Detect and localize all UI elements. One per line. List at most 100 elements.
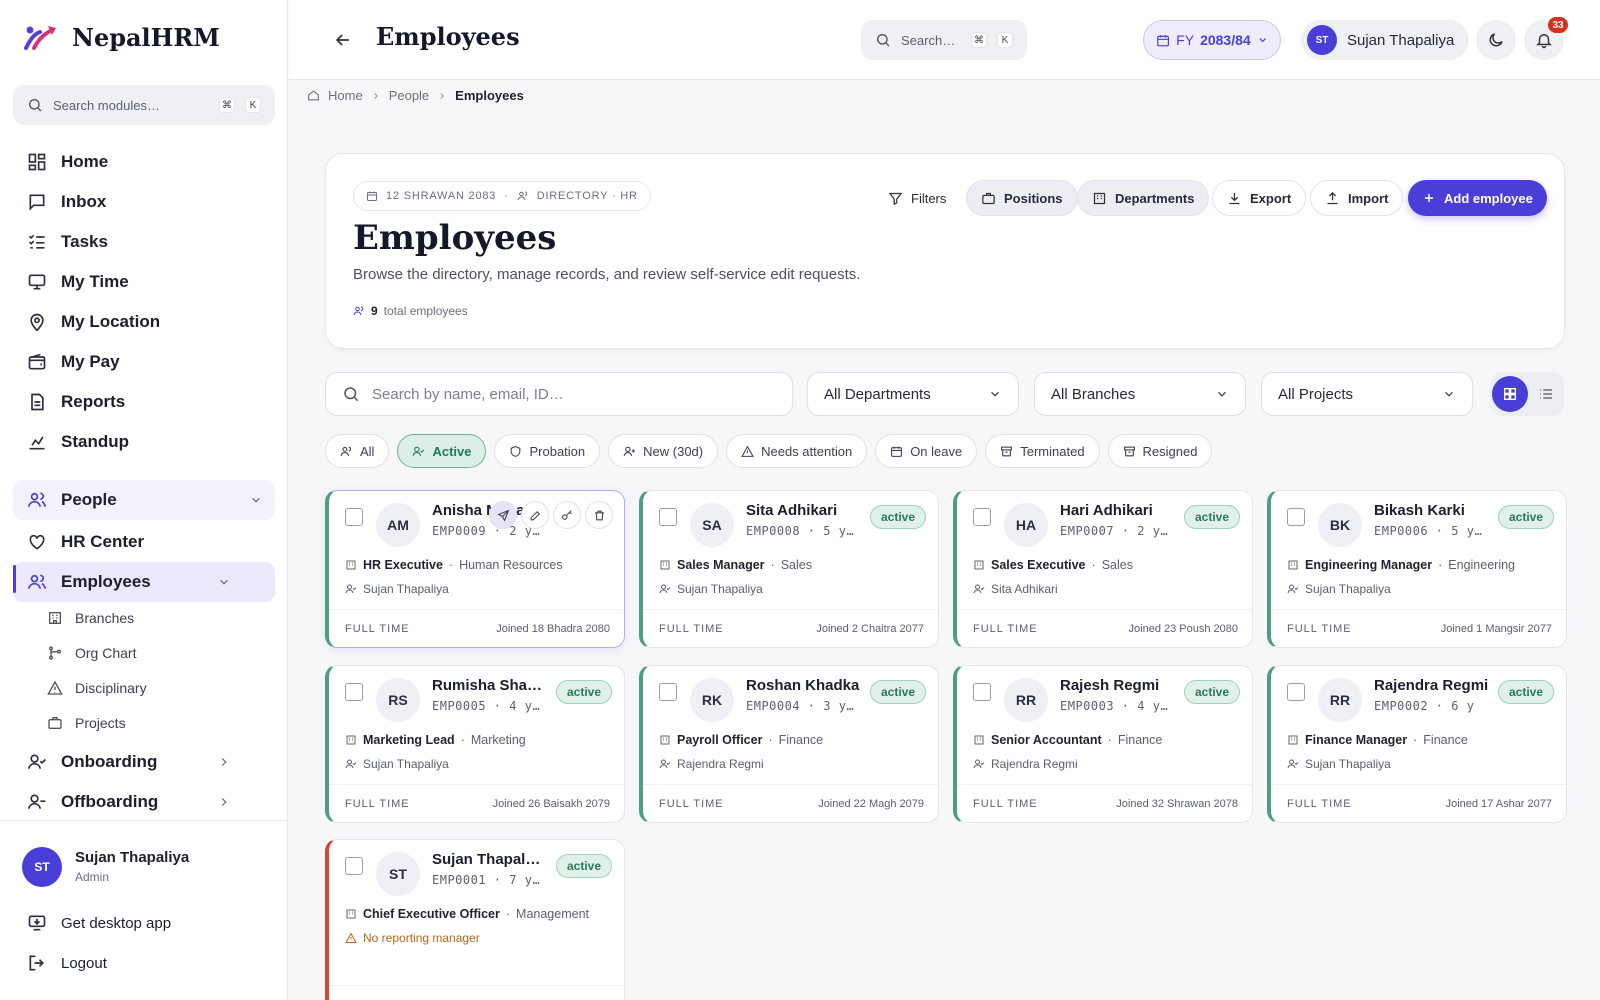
sidebar-item-offboarding[interactable]: Offboarding — [13, 782, 275, 822]
sidebar-item-standup[interactable]: Standup — [13, 422, 275, 462]
sidebar-item-label: Inbox — [61, 192, 107, 211]
employee-name[interactable]: Hari Adhikari — [1060, 502, 1180, 519]
chevron-down-icon — [1218, 391, 1226, 397]
export-button[interactable]: Export — [1212, 180, 1307, 216]
get-desktop-app-link[interactable]: Get desktop app — [13, 903, 275, 943]
select-checkbox[interactable] — [345, 508, 363, 526]
chip-all[interactable]: All — [325, 434, 390, 468]
sidebar-item-tasks[interactable]: Tasks — [13, 222, 275, 262]
grid-view-button[interactable] — [1492, 376, 1528, 412]
brand[interactable]: NepalHRM — [22, 22, 220, 52]
import-button[interactable]: Import — [1310, 180, 1404, 216]
global-search[interactable]: Search… ⌘ K — [861, 20, 1027, 60]
edit-action-button[interactable] — [521, 501, 549, 529]
employee-card[interactable]: RR Rajesh Regmi EMP0003 · 4 y… active Se… — [953, 665, 1253, 823]
select-checkbox[interactable] — [973, 683, 991, 701]
user-icon — [659, 584, 671, 594]
tasks-icon — [28, 234, 45, 249]
module-search-input[interactable]: Search modules… ⌘ K — [13, 85, 275, 125]
notifications-button[interactable]: 33 — [1524, 17, 1568, 60]
select-checkbox[interactable] — [345, 857, 363, 875]
avatar: RK — [690, 678, 734, 722]
key-action-button[interactable] — [553, 501, 581, 529]
logout-button[interactable]: Logout — [13, 943, 275, 983]
employee-name[interactable]: Sujan Thapal… — [432, 851, 552, 868]
sidebar-item-employees[interactable]: Employees — [13, 562, 275, 602]
breadcrumb-home[interactable]: Home — [328, 88, 363, 103]
project-select[interactable]: All Projects — [1261, 372, 1473, 416]
sidebar-item-my-time[interactable]: My Time — [13, 262, 275, 302]
chevron-right-icon — [221, 758, 227, 766]
sidebar-item-home[interactable]: Home — [13, 142, 275, 182]
list-view-button[interactable] — [1530, 376, 1562, 412]
trash-action-button[interactable] — [585, 501, 613, 529]
sidebar-item-inbox[interactable]: Inbox — [13, 182, 275, 222]
card-footer: FULL TIME Joined 1 Mangsir 2077 — [1271, 609, 1566, 647]
select-checkbox[interactable] — [1287, 508, 1305, 526]
department-select[interactable]: All Departments — [807, 372, 1019, 416]
employee-name[interactable]: Roshan Khadka — [746, 677, 866, 694]
calendar-icon — [1157, 34, 1169, 46]
add-employee-button[interactable]: Add employee — [1408, 180, 1547, 216]
reporting-manager: Sujan Thapaliya — [345, 757, 449, 771]
sidebar-item-reports[interactable]: Reports — [13, 382, 275, 422]
theme-toggle-button[interactable] — [1476, 20, 1516, 60]
departments-button[interactable]: Departments — [1077, 180, 1210, 216]
sidebar-subitem-disciplinary[interactable]: Disciplinary — [47, 673, 147, 703]
select-checkbox[interactable] — [659, 508, 677, 526]
employee-card[interactable]: RS Rumisha Sha… EMP0005 · 4 y… active Ma… — [325, 665, 625, 823]
breadcrumb-people[interactable]: People — [389, 88, 429, 103]
chip-on-leave[interactable]: On leave — [875, 434, 978, 468]
calendar-icon — [367, 191, 377, 201]
avatar[interactable]: ST — [22, 847, 62, 887]
select-checkbox[interactable] — [1287, 683, 1305, 701]
export-label: Export — [1250, 190, 1292, 206]
fiscal-year-selector[interactable]: FY 2083/84 — [1143, 20, 1281, 60]
sidebar-item-my-pay[interactable]: My Pay — [13, 342, 275, 382]
employee-card[interactable]: SA Sita Adhikari EMP0008 · 5 y… active S… — [639, 490, 939, 648]
download-icon — [1229, 192, 1240, 204]
sidebar-item-onboarding[interactable]: Onboarding — [13, 742, 275, 782]
employee-search-input[interactable]: Search by name, email, ID… — [325, 372, 793, 416]
chip-terminated[interactable]: Terminated — [985, 434, 1100, 468]
employee-name[interactable]: Rumisha Sha… — [432, 677, 552, 694]
reporting-manager: Sujan Thapaliya — [345, 582, 449, 596]
card-footer: FULL TIME Joined 32 Shrawan 2078 — [957, 784, 1252, 822]
reporting-manager: No reporting manager — [345, 931, 480, 945]
user-menu[interactable]: ST Sujan Thapaliya — [1301, 20, 1469, 60]
back-arrow-icon[interactable] — [333, 30, 353, 50]
employee-card[interactable]: ST Sujan Thapal… EMP0001 · 7 y… active C… — [325, 839, 625, 1000]
employee-name[interactable]: Bikash Karki — [1374, 502, 1494, 519]
sidebar-subitem-org-chart[interactable]: Org Chart — [47, 638, 136, 668]
employee-card[interactable]: HA Hari Adhikari EMP0007 · 2 y… active S… — [953, 490, 1253, 648]
select-checkbox[interactable] — [659, 683, 677, 701]
employee-card[interactable]: RR Rajendra Regmi EMP0002 · 6 y active F… — [1267, 665, 1567, 823]
select-checkbox[interactable] — [973, 508, 991, 526]
chip-new[interactable]: New (30d) — [608, 434, 719, 468]
joined-date: Joined 18 Bhadra 2080 — [496, 622, 610, 635]
sidebar-item-hr-center[interactable]: HR Center — [13, 522, 275, 562]
positions-button[interactable]: Positions — [966, 180, 1078, 216]
employee-name[interactable]: Sita Adhikari — [746, 502, 866, 519]
employee-card[interactable]: RK Roshan Khadka EMP0004 · 3 y… active P… — [639, 665, 939, 823]
logout-label: Logout — [61, 954, 107, 972]
chip-resigned[interactable]: Resigned — [1107, 434, 1213, 468]
sidebar-subitem-branches[interactable]: Branches — [47, 603, 134, 633]
chip-needs-attention[interactable]: Needs attention — [726, 434, 868, 468]
sidebar-item-my-location[interactable]: My Location — [13, 302, 275, 342]
employee-name[interactable]: Rajendra Regmi — [1374, 677, 1494, 694]
branch-select[interactable]: All Branches — [1034, 372, 1246, 416]
filters-button[interactable]: Filters — [874, 180, 960, 216]
chip-active[interactable]: Active — [397, 434, 487, 468]
employee-card[interactable]: BK Bikash Karki EMP0006 · 5 y… active En… — [1267, 490, 1567, 648]
employee-card[interactable]: AM Anisha Maharjan EMP0009 · 2 y… active… — [325, 490, 625, 648]
sidebar-item-label: My Location — [61, 312, 161, 331]
sidebar-group-people[interactable]: People — [13, 480, 275, 520]
send-action-button[interactable] — [489, 501, 517, 529]
select-checkbox[interactable] — [345, 683, 363, 701]
employee-count: 9 total employees — [353, 304, 468, 318]
chip-probation[interactable]: Probation — [494, 434, 601, 468]
sidebar-subitem-projects[interactable]: Projects — [47, 708, 126, 738]
employee-name[interactable]: Rajesh Regmi — [1060, 677, 1180, 694]
page-title: Employees — [376, 22, 520, 51]
